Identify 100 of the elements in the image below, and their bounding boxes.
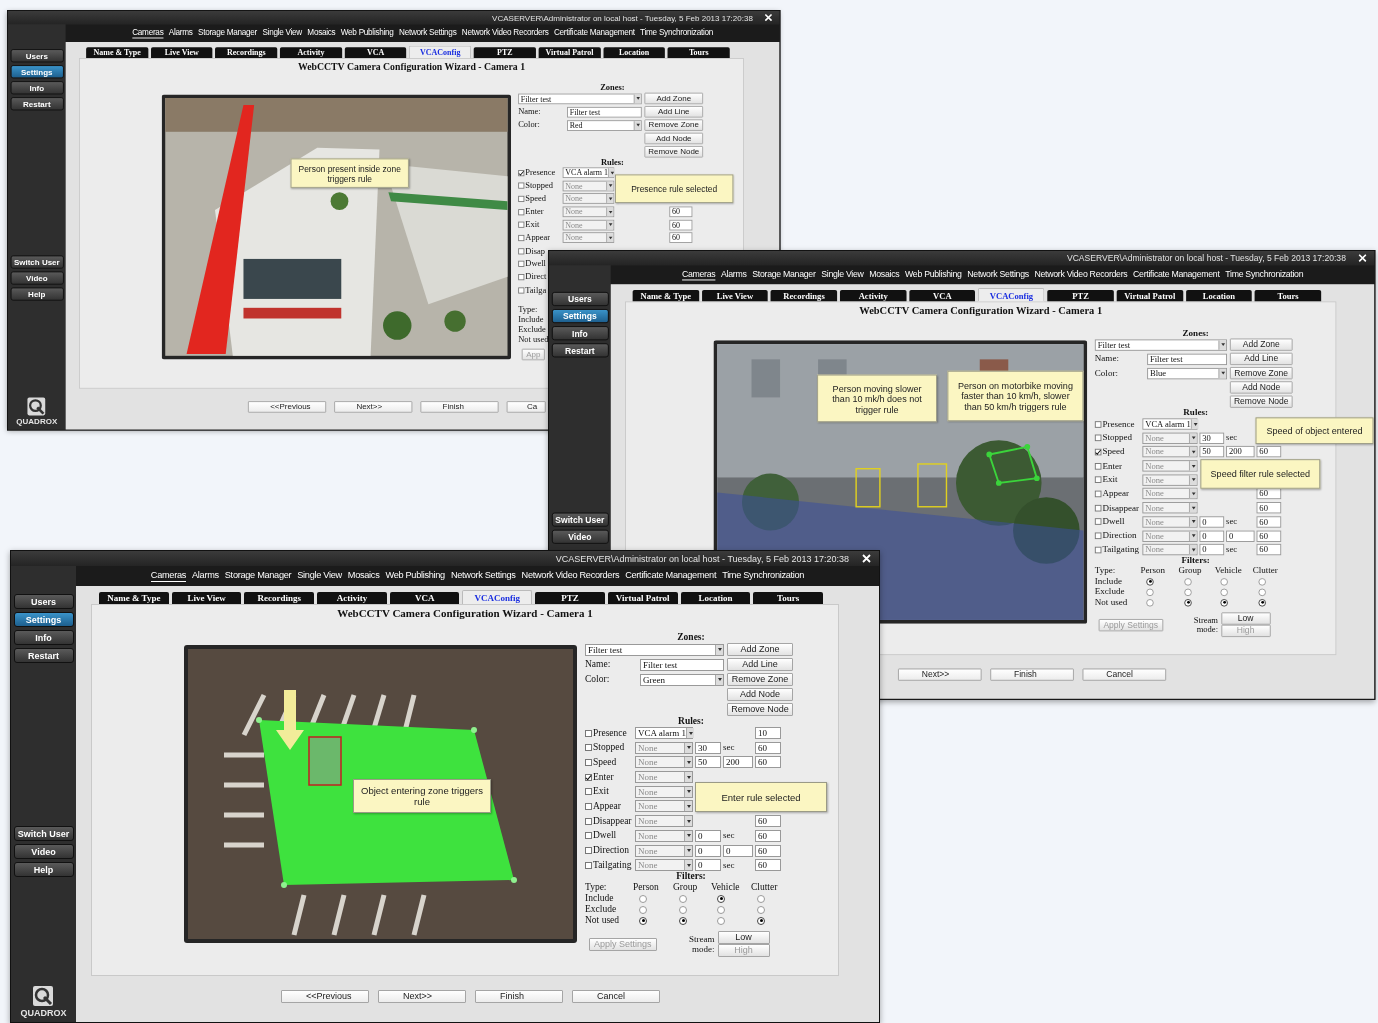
number-field[interactable]: 50: [1199, 446, 1225, 458]
sidebar-button[interactable]: Restart: [10, 97, 64, 111]
tab[interactable]: VCA: [909, 289, 976, 302]
tab[interactable]: Activity: [840, 289, 907, 302]
tab[interactable]: Location: [1185, 289, 1252, 302]
radio-button[interactable]: [1146, 588, 1154, 596]
tab[interactable]: PTZ: [535, 592, 605, 604]
menu-item[interactable]: Cameras: [150, 570, 186, 582]
number-field[interactable]: 60: [669, 232, 693, 244]
number-field[interactable]: 60: [1256, 544, 1282, 556]
add-node-button[interactable]: Add Node: [644, 132, 704, 145]
checkbox[interactable]: [1094, 462, 1102, 470]
radio-button[interactable]: [757, 894, 765, 903]
wizard-button[interactable]: Ca: [506, 401, 546, 413]
sidebar-button[interactable]: Restart: [551, 343, 609, 358]
tab[interactable]: Recordings: [215, 47, 278, 58]
sidebar-button[interactable]: Switch User: [10, 255, 64, 269]
number-field[interactable]: 60: [1256, 446, 1282, 458]
menu-item[interactable]: Storage Manager: [197, 27, 258, 39]
tab[interactable]: Live View: [150, 47, 213, 58]
tab[interactable]: VCA: [344, 47, 407, 58]
menu-item[interactable]: Certificate Management: [1133, 269, 1220, 281]
checkbox[interactable]: [585, 847, 592, 854]
dropdown[interactable]: Filter test: [518, 93, 642, 104]
radio-button[interactable]: [1184, 588, 1192, 596]
sidebar-button[interactable]: Video: [13, 844, 74, 859]
tab[interactable]: Name & Type: [86, 47, 149, 58]
menu-item[interactable]: Single View: [297, 570, 342, 582]
menu-item[interactable]: Time Synchronization: [722, 570, 805, 582]
checkbox[interactable]: [585, 758, 592, 766]
sidebar-button[interactable]: Info: [10, 81, 64, 95]
tab[interactable]: PTZ: [473, 47, 536, 58]
wizard-button[interactable]: Finish: [990, 668, 1074, 681]
tab[interactable]: VCAConfig: [409, 45, 472, 58]
dropdown[interactable]: Green: [640, 673, 724, 686]
menu-item[interactable]: Network Settings: [450, 570, 516, 582]
menu-item[interactable]: Storage Manager: [752, 269, 816, 281]
tab[interactable]: Location: [603, 47, 666, 58]
tab[interactable]: Tours: [1254, 289, 1322, 302]
tab[interactable]: Activity: [317, 592, 387, 604]
number-field[interactable]: 60: [1256, 516, 1282, 528]
tab[interactable]: Activity: [280, 47, 342, 58]
remove-node-button[interactable]: Remove Node: [1229, 395, 1293, 408]
add-line-button[interactable]: Add Line: [727, 658, 793, 671]
menu-item[interactable]: Cameras: [681, 269, 716, 281]
menu-item[interactable]: Network Settings: [967, 269, 1029, 281]
checkbox[interactable]: [1094, 504, 1102, 512]
wizard-button[interactable]: Cancel: [572, 990, 660, 1003]
tab[interactable]: Recordings: [770, 289, 838, 302]
sidebar-button[interactable]: Switch User: [551, 512, 609, 527]
wizard-button[interactable]: Next>>: [334, 401, 413, 413]
checkbox[interactable]: [518, 287, 525, 294]
menu-item[interactable]: Web Publishing: [340, 27, 394, 39]
add-line-button[interactable]: Add Line: [644, 106, 704, 118]
tab[interactable]: VCA: [389, 592, 460, 604]
remove-zone-button[interactable]: Remove Zone: [1229, 366, 1293, 380]
radio-button[interactable]: [1220, 588, 1228, 596]
menu-item[interactable]: Mosaics: [869, 269, 900, 281]
tab[interactable]: Location: [680, 592, 751, 604]
number-field[interactable]: 0: [695, 844, 721, 857]
text-field[interactable]: Filter test: [1147, 353, 1227, 365]
number-field[interactable]: 10: [755, 727, 781, 739]
tab[interactable]: Live View: [171, 592, 242, 604]
number-field[interactable]: 0: [1226, 530, 1255, 542]
dropdown[interactable]: Blue: [1147, 367, 1227, 379]
add-zone-button[interactable]: Add Zone: [727, 643, 793, 656]
radio-button[interactable]: [1220, 598, 1228, 607]
close-icon[interactable]: [1358, 253, 1367, 263]
number-field[interactable]: 0: [1199, 544, 1225, 556]
remove-zone-button[interactable]: Remove Zone: [644, 119, 704, 131]
tab[interactable]: Virtual Patrol: [1116, 289, 1183, 302]
tab[interactable]: PTZ: [1047, 289, 1114, 302]
wizard-button[interactable]: Cancel: [1082, 668, 1167, 681]
checkbox[interactable]: [585, 744, 592, 752]
number-field[interactable]: 60: [755, 829, 781, 842]
sidebar-button[interactable]: Info: [551, 326, 609, 341]
wizard-button[interactable]: Next>>: [378, 990, 466, 1003]
remove-node-button[interactable]: Remove Node: [644, 146, 704, 158]
checkbox[interactable]: [1094, 518, 1102, 526]
wizard-button[interactable]: Finish: [420, 401, 499, 413]
sidebar-button[interactable]: Help: [13, 862, 74, 877]
checkbox[interactable]: [518, 182, 525, 189]
number-field[interactable]: 200: [1226, 446, 1255, 458]
number-field[interactable]: 200: [723, 756, 753, 769]
dropdown[interactable]: Filter test: [585, 643, 724, 656]
radio-button[interactable]: [639, 905, 647, 914]
number-field[interactable]: 60: [669, 206, 693, 218]
add-node-button[interactable]: Add Node: [727, 688, 793, 701]
tab[interactable]: VCAConfig: [978, 288, 1045, 302]
tab[interactable]: Recordings: [244, 592, 315, 604]
number-field[interactable]: 0: [695, 859, 721, 872]
number-field[interactable]: 60: [755, 815, 781, 828]
menu-item[interactable]: Web Publishing: [385, 570, 445, 582]
menu-item[interactable]: Storage Manager: [224, 570, 292, 582]
close-icon[interactable]: [862, 554, 871, 563]
tab[interactable]: Tours: [667, 47, 730, 58]
checkbox[interactable]: [1094, 448, 1102, 456]
tab[interactable]: Virtual Patrol: [538, 47, 601, 58]
checkbox[interactable]: [1094, 434, 1102, 442]
checkbox[interactable]: [518, 169, 525, 176]
